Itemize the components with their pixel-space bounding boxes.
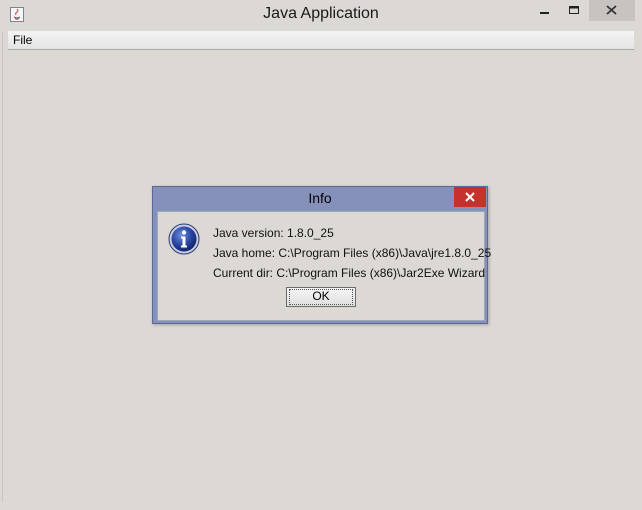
ok-button[interactable]: OK (286, 287, 356, 307)
info-icon (168, 223, 200, 255)
dialog-title: Info (308, 190, 332, 206)
dialog-close-button[interactable] (454, 187, 486, 207)
minimize-button[interactable] (530, 0, 558, 21)
main-window: Java Application File Info Java version:… (0, 0, 642, 510)
menu-bar: File (8, 31, 634, 50)
close-button[interactable] (589, 0, 635, 21)
current-dir-text: Current dir: C:\Program Files (x86)\Jar2… (213, 266, 486, 280)
menu-file[interactable]: File (12, 33, 33, 47)
ok-button-label: OK (312, 289, 330, 303)
window-border (0, 31, 3, 502)
maximize-button[interactable] (560, 0, 588, 21)
window-titlebar[interactable]: Java Application (0, 0, 642, 31)
dialog-body: Java version: 1.8.0_25 Java home: C:\Pro… (157, 211, 491, 321)
java-version-text: Java version: 1.8.0_25 (213, 226, 334, 240)
info-dialog: Info Java version: 1.8.0_25 Java home: C… (152, 186, 491, 324)
dialog-titlebar[interactable]: Info (153, 187, 487, 209)
java-home-text: Java home: C:\Program Files (x86)\Java\j… (213, 246, 492, 260)
